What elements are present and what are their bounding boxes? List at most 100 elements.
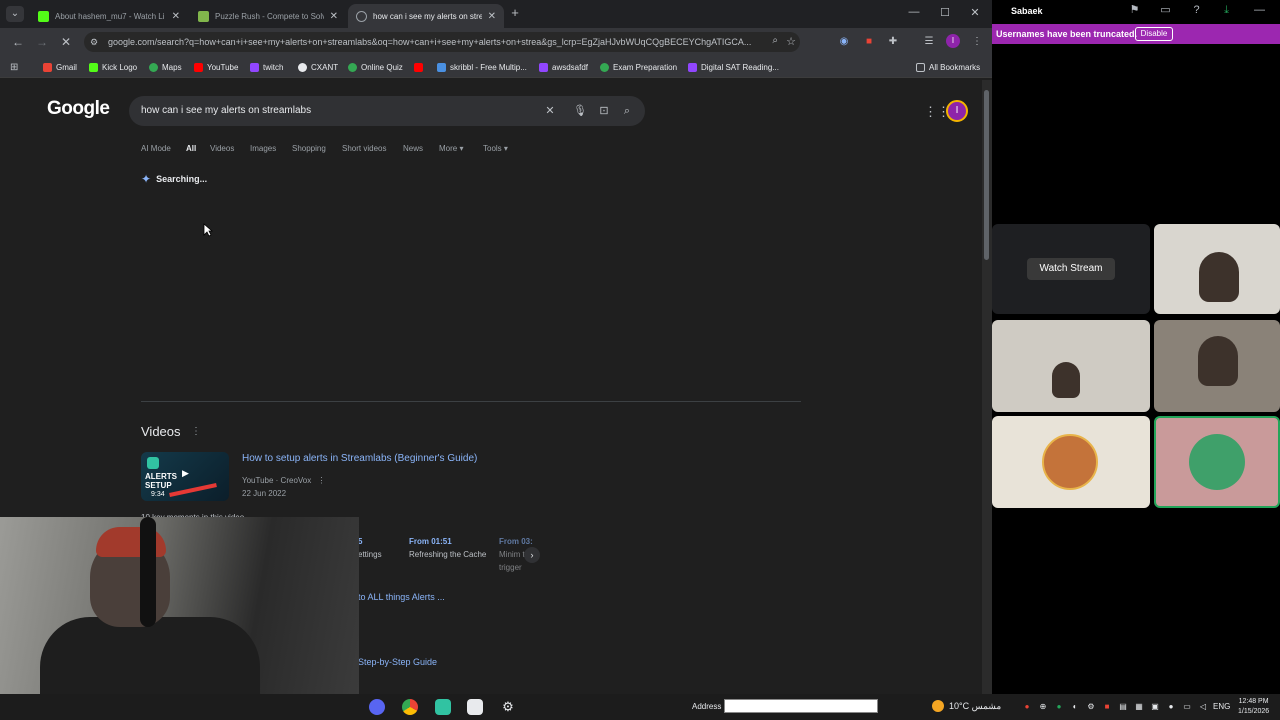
clock[interactable]: 12:48 PM 1/15/2026 [1238,697,1269,717]
bookmark-online-quiz[interactable]: Online Quiz [348,61,403,73]
stop-icon[interactable]: ✕ [59,34,73,50]
participant-avatar-tile[interactable] [992,416,1150,508]
watch-stream-button[interactable]: Watch Stream [1027,258,1115,280]
tray-app-icon[interactable]: ● [1054,702,1064,712]
app-icon[interactable] [467,699,483,715]
bookmark-twitch[interactable]: twitch [250,61,283,73]
settings-gear-icon[interactable]: ⚙ [500,699,516,715]
bookmark-cxant[interactable]: CXANT [298,61,338,73]
tab-shopping[interactable]: Shopping [292,144,326,153]
camera-lens-icon[interactable]: ⊡ [597,104,611,118]
bookmark-skribbl[interactable]: skribbl - Free Multip... [437,61,527,73]
tab-ai-mode[interactable]: AI Mode [141,144,171,153]
tab-more[interactable]: More ▾ [439,144,463,153]
participant-video-tile[interactable] [1154,224,1280,314]
bookmark-digital-sat[interactable]: Digital SAT Reading... [688,61,779,73]
extensions-puzzle-icon[interactable]: ✚ [886,35,900,49]
zoom-icon[interactable]: ⌕ [772,35,778,46]
bookmark-star-icon[interactable]: ☆ [786,35,796,48]
google-logo[interactable]: Google [47,98,110,120]
key-moment-2[interactable]: From 01:51 Refreshing the Cache [409,535,489,561]
microphone-icon[interactable]: 🎙 [573,104,587,118]
chevron-right-icon[interactable]: › [524,547,540,563]
tab-images[interactable]: Images [250,144,276,153]
webcam-person-body [40,617,260,694]
inbox-icon[interactable]: ▭ [1159,4,1172,17]
search-box[interactable]: how can i see my alerts on streamlabs ✕ … [129,96,645,126]
download-icon[interactable]: ⤓ [1220,4,1233,17]
reading-list-icon[interactable]: ☰ [922,35,936,49]
result-link[interactable]: to ALL things Alerts ... [358,592,445,602]
tray-app-icon[interactable]: ⚙ [1086,702,1096,712]
video-title-link[interactable]: How to setup alerts in Streamlabs (Begin… [242,453,477,464]
site-info-icon[interactable]: ⚙ [90,36,102,48]
tray-app-icon[interactable]: ◐ [1070,702,1080,712]
menu-kebab-icon[interactable]: ⋮ [970,35,984,49]
apps-icon[interactable]: ⊞ [10,61,18,73]
bookmark-gmail[interactable]: Gmail [43,61,77,73]
tab-tools[interactable]: Tools ▾ [483,144,508,153]
close-icon[interactable]: ✕ [330,11,338,22]
back-icon[interactable]: ← [11,34,25,50]
participant-avatar-tile-speaking[interactable] [1154,416,1280,508]
close-window-icon[interactable]: ✕ [968,6,982,19]
participant-video-tile[interactable] [1154,320,1280,412]
tab-videos[interactable]: Videos [210,144,234,153]
tab-all[interactable]: All [186,144,196,153]
maximize-icon[interactable]: ☐ [938,6,952,19]
participant-video-tile[interactable] [992,320,1150,412]
language-indicator[interactable]: ENG [1213,702,1230,711]
tray-app-icon[interactable]: ● [1022,702,1032,712]
bookmark-youtube-2[interactable] [414,61,427,73]
profile-avatar[interactable]: I [946,34,960,48]
tab-news[interactable]: News [403,144,423,153]
streamlabs-icon[interactable] [435,699,451,715]
chrome-icon[interactable] [402,699,418,715]
account-avatar[interactable]: I [946,100,968,122]
discord-icon[interactable] [369,699,385,715]
search-icon[interactable]: ⌕ [620,104,634,118]
stream-tile[interactable]: Watch Stream [992,224,1150,314]
bookmark-youtube[interactable]: YouTube [194,61,238,73]
result-link[interactable]: Step-by-Step Guide [358,657,437,667]
clear-icon[interactable]: ✕ [543,104,557,118]
network-icon[interactable]: ▭ [1182,702,1192,712]
all-bookmarks[interactable]: All Bookmarks [916,61,980,73]
address-bar[interactable]: ⚙ google.com/search?q=how+can+i+see+my+a… [84,32,800,52]
tray-app-icon[interactable]: ▦ [1134,702,1144,712]
more-options-icon[interactable]: ⋮ [191,426,201,437]
extension-icon[interactable]: ■ [862,35,876,49]
minimize-icon[interactable]: — [907,6,921,18]
microphone-icon[interactable]: ● [1166,702,1176,712]
flag-icon[interactable]: ⚑ [1128,4,1141,17]
bookmark-kick[interactable]: Kick Logo [89,61,137,73]
video-thumbnail[interactable]: ALERTS SETUP 9:34 ▶ [141,452,229,501]
tray-app-icon[interactable]: ▣ [1150,702,1160,712]
address-toolbar-input[interactable] [724,699,878,713]
bookmark-exam-prep[interactable]: Exam Preparation [600,61,677,73]
tab-search-button[interactable]: ⌄ [6,6,24,22]
close-icon[interactable]: ✕ [172,11,180,22]
help-icon[interactable]: ? [1190,4,1203,17]
tray-app-icon[interactable]: ▤ [1118,702,1128,712]
new-tab-button[interactable]: + [508,6,522,20]
tray-app-icon[interactable]: ⊕ [1038,702,1048,712]
minimize-icon[interactable]: — [1253,4,1266,17]
tab-kick[interactable]: About hashem_mu7 - Watch Li ✕ [30,4,188,28]
cast-icon[interactable]: ◉ [837,35,851,49]
tray-app-icon[interactable]: ■ [1102,702,1112,712]
bookmark-maps[interactable]: Maps [149,61,182,73]
scrollbar-thumb[interactable] [984,90,989,260]
tab-short-videos[interactable]: Short videos [342,144,386,153]
close-icon[interactable]: ✕ [488,11,496,22]
key-moment-1[interactable]: 5 ettings [358,535,382,561]
tab-google-search[interactable]: how can i see my alerts on stre ✕ [348,4,504,28]
forward-icon[interactable]: → [35,34,49,50]
search-input[interactable]: how can i see my alerts on streamlabs [141,105,311,116]
weather-widget[interactable]: 10°C مشمس [932,700,1001,712]
more-options-icon[interactable]: ⋮ [317,476,325,485]
tab-chess[interactable]: Puzzle Rush - Compete to Solv ✕ [190,4,346,28]
disable-button[interactable]: Disable [1135,27,1173,41]
bookmark-awsdsafdf[interactable]: awsdsafdf [539,61,588,73]
volume-icon[interactable]: ◁ [1198,702,1208,712]
